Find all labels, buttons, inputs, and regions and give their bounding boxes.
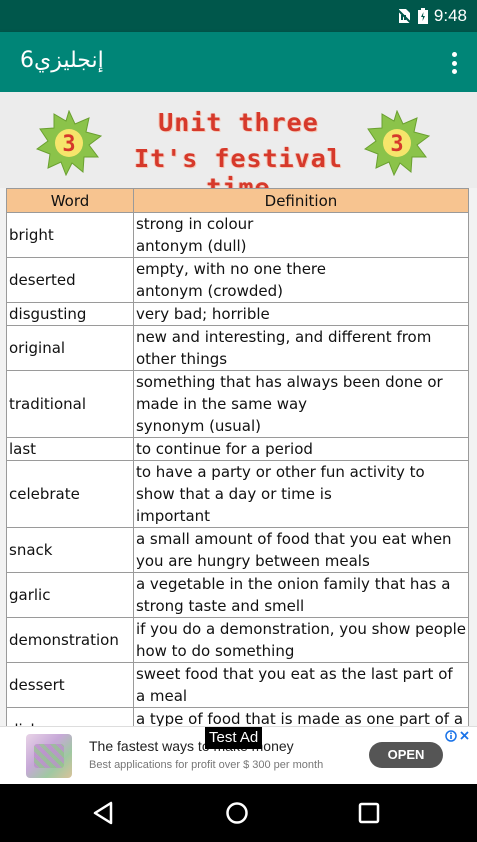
word-cell: bright (6, 212, 134, 258)
table-row: dessert sweet food that you eat as the la… (6, 662, 470, 708)
definition-line: sweet food that you eat as the last part… (135, 665, 453, 683)
definition-cell: strong in colour antonym (dull) (132, 212, 470, 258)
definition-line: very bad; horrible (135, 305, 270, 323)
definition-line: antonym (crowded) (135, 282, 283, 300)
star-badge-icon: 3 (36, 110, 102, 176)
definition-cell: to continue for a period (132, 437, 470, 461)
badge-number: 3 (390, 132, 403, 157)
definition-line: a small amount of food that you eat when (135, 530, 452, 548)
definition-cell: very bad; horrible (132, 302, 470, 326)
app-title: إنجليزي6 (20, 48, 104, 73)
battery-icon (417, 8, 428, 24)
definition-cell: if you do a demonstration, you show peop… (132, 617, 470, 663)
word-cell: dish (6, 707, 134, 726)
table-header-row: Word Definition (6, 188, 470, 213)
definition-line: strong taste and smell (135, 597, 305, 615)
definition-line: a vegetable in the onion family that has… (135, 575, 451, 593)
table-row: snack a small amount of food that you eat… (6, 527, 470, 573)
table-row: garlic a vegetable in the onion family th… (6, 572, 470, 618)
definition-line: new and interesting, and different from (135, 328, 432, 346)
table-row: demonstration if you do a demonstration, … (6, 617, 470, 663)
unit-title: Unit three (158, 108, 319, 137)
home-icon[interactable] (222, 798, 252, 828)
more-vert-icon[interactable] (451, 52, 457, 74)
definition-line: other things (135, 350, 228, 368)
table-row: celebrate to have a party or other fun ac… (6, 460, 470, 528)
ad-label: Test Ad (205, 727, 263, 749)
definition-cell: empty, with no one there antonym (crowded… (132, 257, 470, 303)
app-bar: إنجليزي6 (0, 32, 477, 92)
back-icon[interactable] (89, 798, 119, 828)
word-cell: deserted (6, 257, 134, 303)
no-sim-icon (396, 8, 412, 24)
table-row: disgusting very bad; horrible (6, 302, 470, 326)
table-row: traditional something that has always bee… (6, 370, 470, 438)
table-body: bright strong in colour antonym (dull) dese… (6, 212, 470, 726)
table-row: deserted empty, with no one there antonym … (6, 257, 470, 303)
column-header-word: Word (6, 188, 134, 213)
definition-line: a meal (135, 687, 188, 705)
ad-banner[interactable]: The fastest ways to make money Best appl… (0, 726, 477, 784)
star-badge-icon: 3 (364, 110, 430, 176)
navigation-bar (0, 784, 477, 842)
definition-cell: to have a party or other fun activity to… (132, 460, 470, 528)
unit-banner: 3 Unit three It's festival time 3 (0, 92, 477, 202)
word-cell: demonstration (6, 617, 134, 663)
word-cell: dessert (6, 662, 134, 708)
ad-choices-icon[interactable] (445, 729, 471, 743)
word-cell: disgusting (6, 302, 134, 326)
definition-line: empty, with no one there (135, 260, 327, 278)
status-bar: 9:48 (0, 0, 477, 32)
vocabulary-table: Word Definition bright strong in colour an… (6, 188, 470, 726)
table-row: disha type of food that is made as one p… (6, 707, 470, 726)
definition-cell: a vegetable in the onion family that has… (132, 572, 470, 618)
definition-cell: a small amount of food that you eat when… (132, 527, 470, 573)
definition-line: synonym (usual) (135, 417, 261, 435)
definition-line: strong in colour (135, 215, 254, 233)
definition-line: to have a party or other fun activity to (135, 463, 425, 481)
status-time: 9:48 (433, 6, 467, 25)
word-cell: garlic (6, 572, 134, 618)
definition-cell: a type of food that is made as one part … (132, 707, 470, 726)
definition-cell: new and interesting, and different from o… (132, 325, 470, 371)
definition-line: to continue for a period (135, 440, 313, 458)
definition-line: if you do a demonstration, you show peop… (135, 620, 466, 638)
ad-open-button[interactable]: OPEN (369, 742, 443, 768)
status-icons: 9:48 (396, 6, 467, 26)
column-header-definition: Definition (132, 188, 470, 213)
word-cell: original (6, 325, 134, 371)
definition-line: antonym (dull) (135, 237, 247, 255)
recents-icon[interactable] (354, 798, 384, 828)
word-cell: traditional (6, 370, 134, 438)
definition-line: made in the same way (135, 395, 308, 413)
definition-line: you are hungry between meals (135, 552, 370, 570)
definition-cell: sweet food that you eat as the last part… (132, 662, 470, 708)
table-row: last to continue for a period (6, 437, 470, 461)
definition-cell: something that has always been done or ma… (132, 370, 470, 438)
definition-line: important (135, 507, 211, 525)
content-area[interactable]: 3 Unit three It's festival time 3 Word D… (0, 92, 477, 726)
definition-line: a type of food that is made as one part … (135, 710, 464, 726)
word-cell: last (6, 437, 134, 461)
definition-line: how to do something (135, 642, 295, 660)
ad-subtitle[interactable]: Best applications for profit over $ 300 … (89, 759, 323, 771)
table-row: bright strong in colour antonym (dull) (6, 212, 470, 258)
ad-title[interactable]: The fastest ways to make money (89, 738, 294, 754)
definition-line: show that a day or time is (135, 485, 332, 503)
table-row: original new and interesting, and differe… (6, 325, 470, 371)
word-cell: celebrate (6, 460, 134, 528)
badge-number: 3 (62, 132, 75, 157)
word-cell: snack (6, 527, 134, 573)
definition-line: something that has always been done or (135, 373, 443, 391)
ad-image[interactable] (26, 734, 72, 778)
